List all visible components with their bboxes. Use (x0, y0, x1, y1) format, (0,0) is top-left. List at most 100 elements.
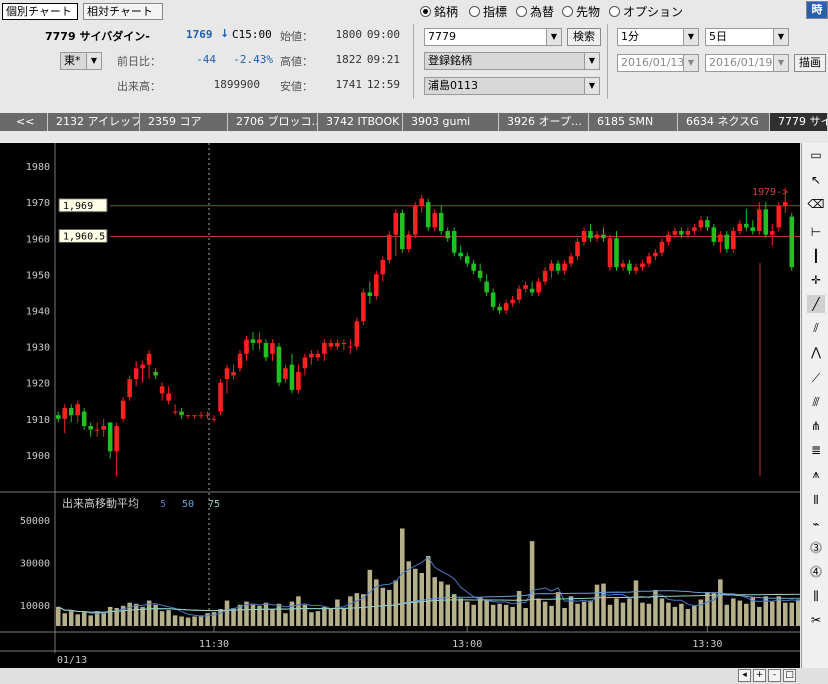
radio-futures[interactable]: 先物 (562, 3, 600, 20)
radio-index[interactable]: 指標 (469, 3, 507, 20)
zoom-out-button[interactable]: - (768, 669, 781, 682)
trend-line-icon[interactable]: ╱ (807, 295, 825, 313)
candle-body (361, 292, 366, 322)
vertical-line-icon[interactable]: ┃ (807, 247, 825, 265)
eraser-icon[interactable]: ⌫ (807, 195, 825, 213)
stock-tab[interactable]: 3926 オープ… (499, 113, 589, 131)
candle-body (588, 231, 593, 239)
search-button[interactable]: 検索 (567, 28, 601, 46)
candle-body (763, 209, 769, 235)
registered-stocks-select[interactable]: 登録銘柄 ▼ (424, 52, 600, 70)
parallel-line-icon[interactable]: ⫽ (807, 319, 825, 337)
chart-area[interactable]: 1980 1970 1960 1950 1940 1930 1920 1910 1900 5000… (0, 143, 800, 668)
span-select[interactable]: 5日 ▼ (705, 28, 789, 46)
candle-body (393, 212, 399, 235)
stock-tab[interactable]: 2359 コア (140, 113, 228, 131)
candle-body (75, 404, 80, 416)
price-tick-label: 1950 (26, 270, 50, 281)
down-arrow-icon: ↓ (220, 27, 230, 40)
volume-bar (179, 616, 184, 626)
radio-stock[interactable]: 銘柄 (420, 3, 458, 20)
stock-list-select[interactable]: 浦島0113 ▼ (424, 77, 600, 95)
candle-body (283, 368, 288, 380)
tab-relative-chart[interactable]: 相対チャート (83, 3, 163, 20)
candle-body (127, 379, 132, 398)
time-tick-label: 13:30 (692, 639, 722, 650)
crosshair-icon[interactable]: ✛ (807, 271, 825, 289)
stock-code-input[interactable]: 7779 ▼ (424, 28, 562, 46)
wave-icon[interactable]: ⌁ (807, 515, 825, 533)
date-from-select[interactable]: 2016/01/13 ▼ (617, 54, 699, 72)
candle-body (484, 281, 489, 293)
candle-body (387, 234, 392, 260)
scissors-icon[interactable]: ✂ (807, 611, 825, 629)
stock-tab-active[interactable]: 7779 サイバ (770, 113, 828, 131)
stock-tab[interactable]: 3742 ITBOOK (318, 113, 403, 131)
draw-button[interactable]: 描画 (794, 54, 826, 72)
date-to-select[interactable]: 2016/01/19 ▼ (705, 54, 789, 72)
candle-body (348, 346, 353, 348)
scroll-left-icon[interactable]: ◂ (738, 669, 751, 682)
regression-line-icon[interactable]: ⟋ (807, 369, 825, 387)
time-button[interactable]: 時 (806, 1, 828, 19)
radio-options[interactable]: オプション (609, 3, 683, 20)
chevron-down-icon: ▼ (584, 78, 599, 94)
fibonacci-retracement-icon[interactable]: ≣ (807, 441, 825, 459)
volume-bar (263, 602, 269, 626)
volume-bar (542, 601, 548, 626)
stock-tab[interactable]: 6634 ネクスG (678, 113, 770, 131)
radio-dot (469, 6, 480, 17)
volume-bar (789, 602, 795, 626)
radio-fx[interactable]: 為替 (516, 3, 554, 20)
four-point-icon[interactable]: ⓸ (807, 563, 825, 581)
price-tick-label: 1940 (26, 306, 50, 317)
candle-body (711, 227, 717, 242)
candle-body (406, 234, 412, 250)
candle-body (276, 346, 282, 383)
gann-icon[interactable]: ⩚ (807, 465, 825, 483)
candle-body (737, 223, 743, 232)
stock-tab[interactable]: 6185 SMN (589, 113, 678, 131)
candle-body (445, 231, 450, 239)
tab-individual-chart[interactable]: 個別チャート (2, 3, 78, 20)
candlestick-chart[interactable]: 1980 1970 1960 1950 1940 1930 1920 1910 1900 5000… (0, 143, 800, 668)
exchange-select[interactable]: 東* ▼ (60, 52, 102, 70)
stock-tab[interactable]: 2132 アイレップ (48, 113, 140, 131)
three-point-icon[interactable]: ⓷ (807, 539, 825, 557)
stock-tab[interactable]: 3903 gumi (403, 113, 499, 131)
volume-bar (107, 606, 113, 626)
horizontal-line-icon[interactable]: ⊢ (807, 223, 825, 241)
channel-icon[interactable]: ⫻ (807, 393, 825, 411)
volume-tick-label: 50000 (20, 516, 50, 527)
volume-bar (770, 601, 775, 626)
volume-bar (757, 606, 762, 626)
volume-bar (737, 600, 743, 626)
fan-line-icon[interactable]: ⋀ (807, 343, 825, 361)
volume-bar (127, 602, 132, 626)
toolbar-collapse-icon[interactable]: ▭ (807, 146, 825, 164)
cursor-icon[interactable]: ↖ (807, 171, 825, 189)
candle-body (224, 368, 230, 380)
candle-body (374, 274, 379, 297)
volume-bar (322, 606, 327, 626)
fibonacci-fan-icon[interactable]: ⋔ (807, 417, 825, 435)
volume-bar (731, 598, 736, 626)
stock-tab[interactable]: 2706 ブロッコ… (228, 113, 318, 131)
volume-bar (250, 604, 256, 626)
time-tick-label: 11:30 (199, 639, 229, 650)
cycle-line-icon[interactable]: ⦀ (807, 491, 825, 509)
candle-body (380, 259, 386, 275)
volume-bar (782, 602, 788, 626)
volume-bar (237, 604, 243, 626)
radio-dot (516, 6, 527, 17)
interval-select[interactable]: 1分 ▼ (617, 28, 699, 46)
radio-dot (562, 6, 573, 17)
fit-button[interactable]: □ (783, 669, 796, 682)
volume-legend-period: 50 (182, 499, 194, 510)
tab-scroll-left[interactable]: << (0, 113, 48, 131)
time-zone-icon[interactable]: ⫼ (807, 587, 825, 605)
candle-body (490, 292, 496, 307)
volume-bar (380, 587, 386, 626)
volume-legend-period: 75 (208, 499, 220, 510)
zoom-in-button[interactable]: + (753, 669, 766, 682)
